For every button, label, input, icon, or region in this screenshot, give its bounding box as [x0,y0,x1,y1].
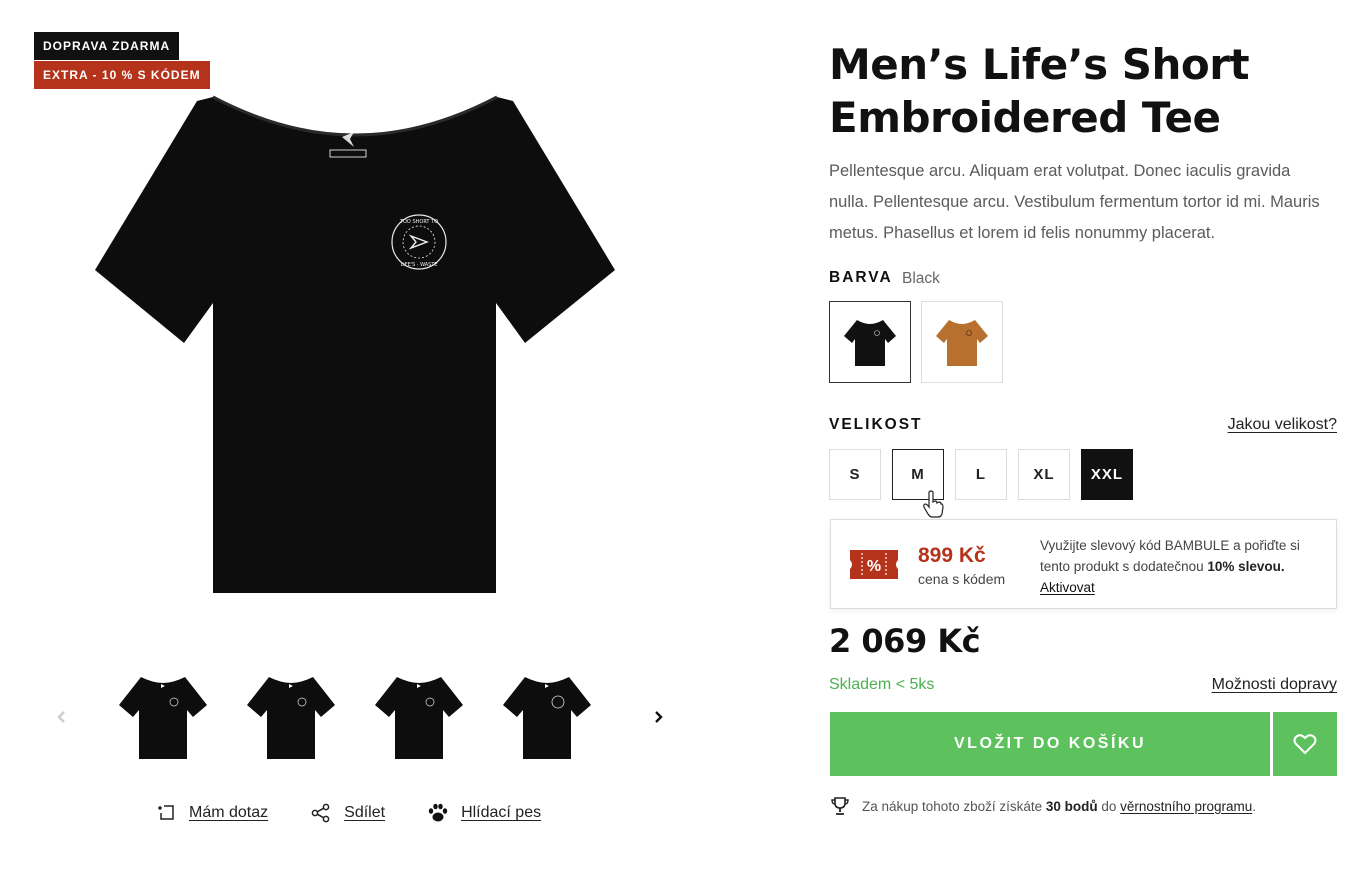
print-text-bottom: LIFE'S · WASTE [400,262,437,268]
print-text: TOO SHORT TO [399,219,438,225]
trophy-icon [831,797,849,815]
size-option-s[interactable]: S [829,449,881,500]
free-shipping-badge: DOPRAVA ZDARMA [34,32,180,60]
thumbnail-4[interactable] [503,675,591,761]
ask-question-link[interactable]: Mám dotaz [155,802,268,824]
coupon-tag-text: % [867,558,881,575]
brown-tshirt-icon [936,320,988,366]
loyalty-note: Za nákup tohoto zboží získáte 30 bodů do… [830,796,1256,816]
loyalty-text: Za nákup tohoto zboží získáte 30 bodů do… [862,799,1256,814]
loyalty-text-mid: do [1097,798,1121,814]
stock-status: Skladem < 5ks [829,676,935,693]
activate-promo-link[interactable]: Aktivovat [1040,577,1325,598]
watchdog-link[interactable]: Hlídací pes [427,802,541,824]
loyalty-points: 30 bodů [1045,798,1098,814]
wishlist-button[interactable] [1273,712,1337,776]
tshirt-image: TOO SHORT TO LIFE'S · WASTE [95,95,615,593]
size-option-xxl[interactable]: XXL [1081,449,1133,500]
heart-icon [1293,734,1317,755]
product-description: Pellentesque arcu. Aliquam erat volutpat… [829,162,1320,242]
ask-question-label: Mám dotaz [189,804,269,821]
promo-price: 899 Kč [918,544,986,567]
paw-icon [427,802,449,824]
size-guide-link[interactable]: Jakou velikost? [1228,416,1337,434]
add-to-cart-button[interactable]: VLOŽIT DO KOŠÍKU [830,712,1270,776]
product-title: Men’s Life’s Short Embroidered Tee [829,40,1250,142]
size-label: VELIKOST [829,416,923,433]
size-option-xl[interactable]: XL [1018,449,1070,500]
thumbnail-1[interactable] [119,675,207,761]
loyalty-program-link[interactable]: věrnostního programu [1120,799,1252,814]
promo-text: Využijte slevový kód BAMBULE a pořiďte s… [1040,535,1325,598]
product-main-image[interactable]: TOO SHORT TO LIFE'S · WASTE [95,95,615,595]
loyalty-text-post: . [1252,798,1256,814]
size-option-m[interactable]: M [892,449,944,500]
next-thumbnail-button[interactable] [643,702,673,732]
watchdog-label: Hlídací pes [461,804,542,821]
coupon-icon: % [850,550,898,579]
promo-text-bold: 10% slevou. [1207,559,1285,574]
tshirt-thumbnail-icon [119,677,207,759]
share-link[interactable]: Sdílet [310,802,385,824]
black-tshirt-icon [844,320,896,366]
color-value: Black [902,270,940,287]
question-icon [155,802,177,824]
color-label: BARVA [829,269,893,286]
share-icon [310,802,332,824]
product-price: 2 069 Kč [829,622,981,660]
color-swatch-brown[interactable] [921,301,1003,383]
discount-badge: EXTRA - 10 % S KÓDEM [34,61,210,89]
loyalty-text-pre: Za nákup tohoto zboží získáte [862,798,1046,814]
color-swatch-black[interactable] [829,301,911,383]
thumbnail-3[interactable] [375,675,463,761]
chevron-right-icon [655,711,663,723]
tshirt-thumbnail-icon [375,677,463,759]
chevron-left-icon [57,711,65,723]
promo-code-box: % 899 Kč cena s kódem Využijte slevový k… [830,519,1337,609]
product-actions: Mám dotaz Sdílet Hlídací pes [155,802,541,824]
share-label: Sdílet [344,804,386,821]
tshirt-thumbnail-icon [503,677,591,759]
prev-thumbnail-button[interactable] [47,702,77,732]
thumbnail-2[interactable] [247,675,335,761]
size-option-l[interactable]: L [955,449,1007,500]
promo-price-caption: cena s kódem [918,571,1006,587]
tshirt-thumbnail-icon [247,677,335,759]
shipping-options-link[interactable]: Možnosti dopravy [1212,676,1337,694]
